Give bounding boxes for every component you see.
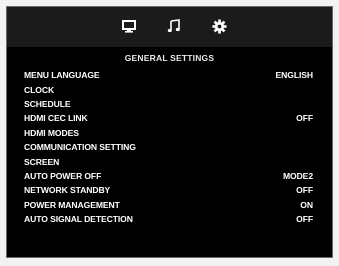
menu-item-label: POWER MANAGEMENT bbox=[24, 199, 120, 210]
monitor-icon bbox=[122, 19, 136, 33]
tab-general-settings[interactable] bbox=[208, 15, 230, 37]
tab-sound[interactable] bbox=[163, 15, 185, 37]
menu-item-clock[interactable]: CLOCK bbox=[24, 82, 313, 96]
menu-item-label: NETWORK STANDBY bbox=[24, 185, 111, 196]
music-note-icon bbox=[167, 19, 180, 33]
menu-item-value: OFF bbox=[296, 214, 313, 225]
menu-item-label: CLOCK bbox=[24, 84, 55, 95]
menu-item-power-management[interactable]: POWER MANAGEMENT ON bbox=[24, 198, 313, 212]
menu-item-hdmi-modes[interactable]: HDMI MODES bbox=[24, 126, 313, 140]
menu-item-label: HDMI MODES bbox=[24, 127, 79, 138]
menu-item-value: ON bbox=[300, 199, 313, 210]
menu-item-label: AUTO POWER OFF bbox=[24, 170, 102, 181]
menu-item-value: MODE2 bbox=[282, 170, 313, 181]
menu-title: GENERAL SETTINGS bbox=[124, 53, 215, 63]
menu-item-label: HDMI CEC LINK bbox=[24, 113, 88, 124]
menu-item-value: OFF bbox=[296, 185, 313, 196]
menu-item-label: SCHEDULE bbox=[24, 98, 71, 109]
menu-item-schedule[interactable]: SCHEDULE bbox=[24, 97, 313, 111]
gear-icon bbox=[211, 18, 227, 34]
menu-item-screen[interactable]: SCREEN bbox=[24, 154, 313, 168]
menu-item-auto-signal-detection[interactable]: AUTO SIGNAL DETECTION OFF bbox=[24, 212, 313, 226]
menu-item-auto-power-off[interactable]: AUTO POWER OFF MODE2 bbox=[24, 169, 313, 183]
menu-item-label: SCREEN bbox=[24, 156, 60, 167]
tab-bar bbox=[7, 7, 332, 47]
menu-item-network-standby[interactable]: NETWORK STANDBY OFF bbox=[24, 183, 313, 197]
menu-item-label: AUTO SIGNAL DETECTION bbox=[24, 214, 133, 225]
menu-item-value: OFF bbox=[296, 113, 313, 124]
tab-picture[interactable] bbox=[118, 15, 140, 37]
menu-item-menu-language[interactable]: MENU LANGUAGE ENGLISH bbox=[24, 68, 313, 82]
menu-item-communication-setting[interactable]: COMMUNICATION SETTING bbox=[24, 140, 313, 154]
settings-list: MENU LANGUAGE ENGLISH CLOCK SCHEDULE HDM… bbox=[24, 68, 313, 226]
osd-menu: GENERAL SETTINGS MENU LANGUAGE ENGLISH C… bbox=[6, 6, 333, 258]
menu-item-label: MENU LANGUAGE bbox=[24, 70, 100, 81]
menu-item-hdmi-cec-link[interactable]: HDMI CEC LINK OFF bbox=[24, 111, 313, 125]
menu-item-value: ENGLISH bbox=[275, 70, 314, 81]
menu-item-label: COMMUNICATION SETTING bbox=[24, 142, 136, 153]
